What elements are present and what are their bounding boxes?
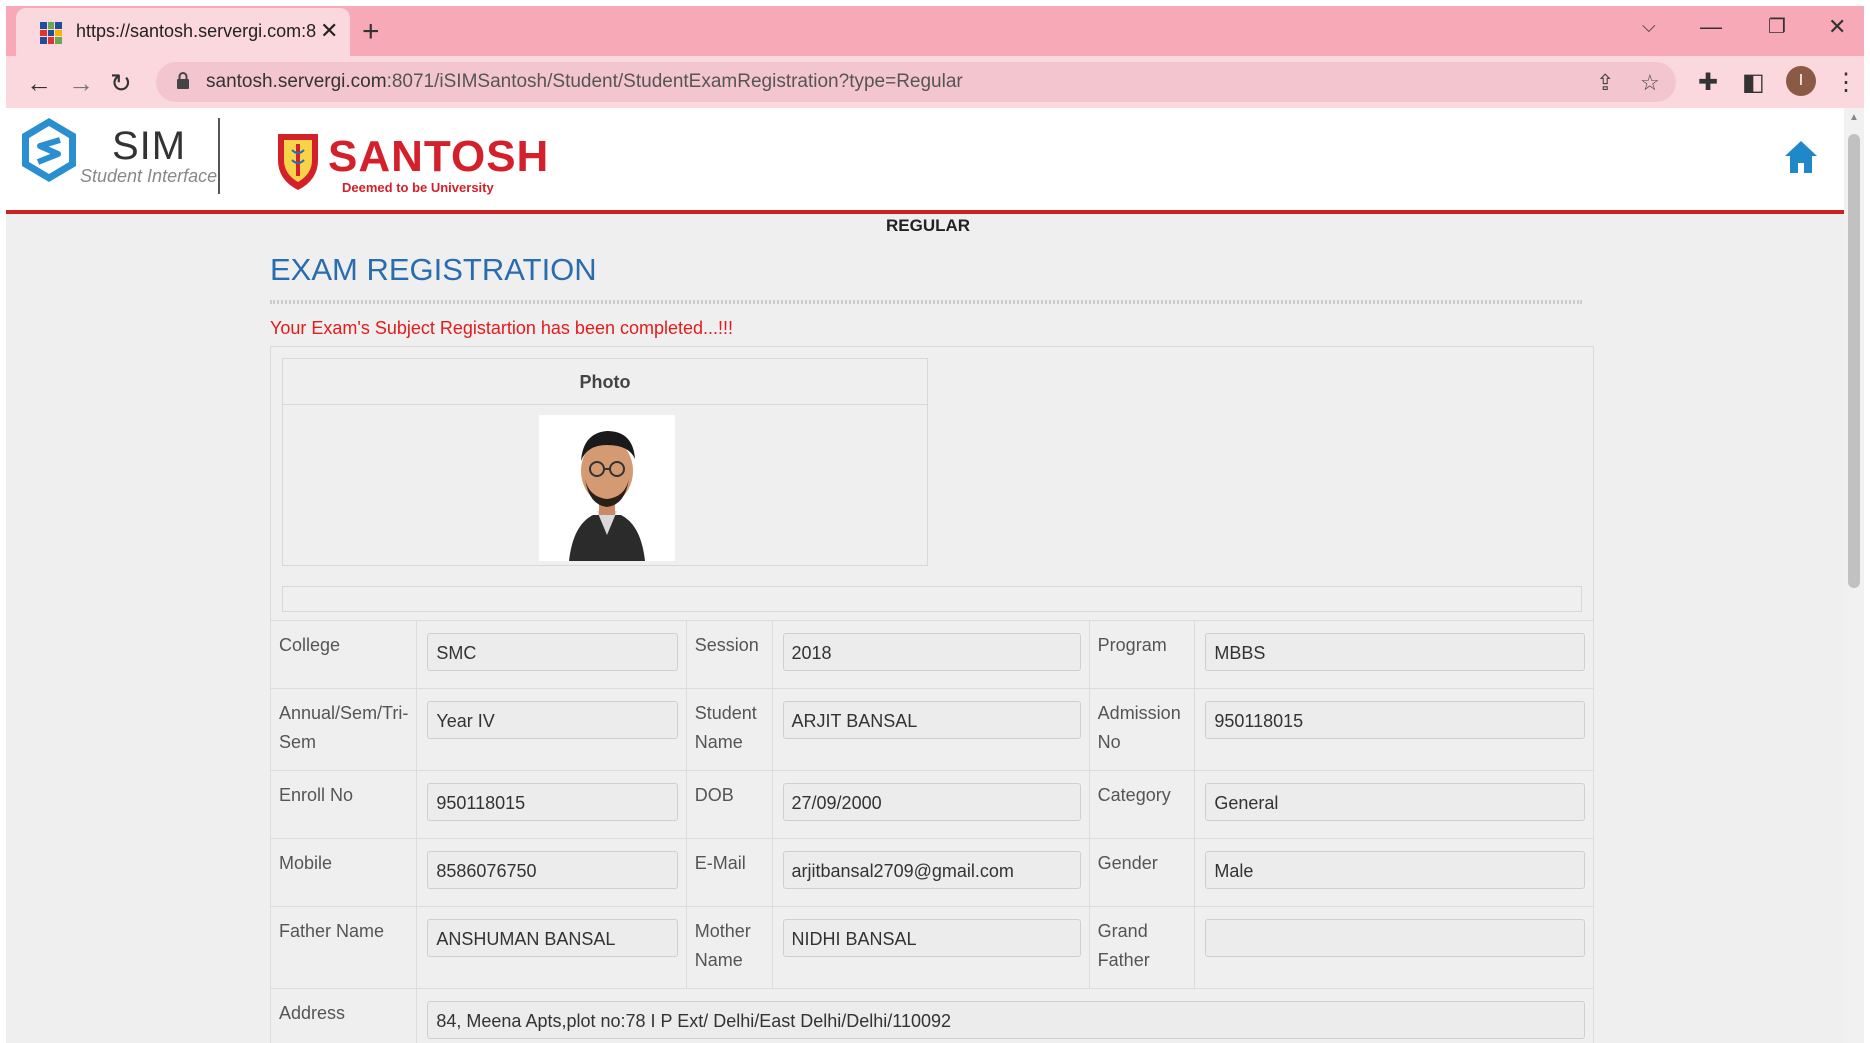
- address-label: Address: [269, 988, 418, 1043]
- back-arrow-icon[interactable]: ←: [26, 68, 52, 99]
- grand-father-label: Grand Father: [1088, 906, 1196, 989]
- gender-label: Gender: [1088, 838, 1196, 907]
- new-tab-plus-icon[interactable]: +: [362, 15, 380, 49]
- grand-father-field[interactable]: [1205, 919, 1585, 957]
- photo-footer-row: [282, 586, 1582, 612]
- table-row: College SMC Session 2018 Program MBBS: [269, 620, 1594, 689]
- registration-type: REGULAR: [886, 216, 971, 235]
- profile-avatar[interactable]: I: [1786, 66, 1816, 96]
- college-label: College: [269, 620, 418, 689]
- college-field[interactable]: SMC: [427, 633, 678, 671]
- email-field[interactable]: arjitbansal2709@gmail.com: [782, 851, 1081, 889]
- table-row: Address 84, Meena Apts,plot no:78 I P Ex…: [269, 988, 1594, 1043]
- url-host: santosh.servergi.com: [206, 71, 387, 92]
- university-name: SANTOSH: [328, 132, 550, 181]
- share-icon[interactable]: ⇪: [1596, 70, 1614, 96]
- session-field[interactable]: 2018: [782, 633, 1081, 671]
- gender-field[interactable]: Male: [1205, 851, 1585, 889]
- logo-divider: [218, 118, 220, 194]
- dob-field[interactable]: 27/09/2000: [782, 783, 1081, 821]
- site-header: SIM Student Interface SANTOSH Deemed to …: [6, 108, 1844, 214]
- page-viewport: SIM Student Interface SANTOSH Deemed to …: [6, 108, 1844, 1043]
- dob-label: DOB: [685, 770, 773, 839]
- sim-logo-icon: [22, 118, 76, 182]
- bookmark-star-icon[interactable]: ☆: [1640, 70, 1660, 96]
- admission-no-label: Admission No: [1088, 688, 1196, 771]
- university-crest-icon: [278, 134, 318, 190]
- tab-search-chevron-icon[interactable]: ⌵: [1642, 16, 1656, 37]
- side-panel-icon[interactable]: ◧: [1742, 68, 1765, 97]
- mother-name-label: Mother Name: [685, 906, 773, 989]
- session-label: Session: [685, 620, 773, 689]
- forward-arrow-icon[interactable]: →: [68, 68, 94, 99]
- mother-name-field[interactable]: NIDHI BANSAL: [782, 919, 1081, 957]
- page-scrollbar[interactable]: ▲: [1844, 108, 1864, 1043]
- table-row: Mobile 8586076750 E-Mail arjitbansal2709…: [269, 838, 1594, 907]
- category-field[interactable]: General: [1205, 783, 1585, 821]
- annual-sem-field[interactable]: Year IV: [427, 701, 678, 739]
- browser-tab[interactable]: https://santosh.servergi.com:807 ✕: [16, 8, 350, 56]
- table-row: Annual/Sem/Tri-Sem Year IV Student Name …: [269, 688, 1594, 771]
- success-message: Your Exam's Subject Registartion has bee…: [270, 318, 734, 338]
- table-row: Enroll No 950118015 DOB 27/09/2000 Categ…: [269, 770, 1594, 839]
- lock-icon: [177, 72, 189, 89]
- url-path: :8071/iSIMSantosh/Student/StudentExamReg…: [386, 71, 963, 92]
- minimize-icon[interactable]: —: [1700, 14, 1722, 40]
- site-favicon-icon: [40, 22, 62, 44]
- scrollbar-thumb[interactable]: [1848, 134, 1860, 588]
- enroll-no-label: Enroll No: [269, 770, 418, 839]
- mobile-label: Mobile: [269, 838, 418, 907]
- email-label: E-Mail: [685, 838, 773, 907]
- program-label: Program: [1088, 620, 1196, 689]
- browser-tab-strip: https://santosh.servergi.com:807 ✕ + ⌵ —…: [6, 6, 1864, 56]
- annual-sem-label: Annual/Sem/Tri-Sem: [269, 688, 418, 771]
- photo-box: Photo: [282, 358, 928, 566]
- extensions-puzzle-icon[interactable]: ✚: [1698, 68, 1718, 97]
- student-name-field[interactable]: ARJIT BANSAL: [782, 701, 1081, 739]
- father-name-field[interactable]: ANSHUMAN BANSAL: [427, 919, 678, 957]
- sim-title: SIM: [112, 124, 187, 168]
- reload-icon[interactable]: ↻: [110, 68, 132, 99]
- university-tagline: Deemed to be University: [342, 180, 494, 195]
- browser-toolbar: ← → ↻ santosh.servergi.com:8071/iSIMSant…: [6, 56, 1864, 108]
- home-icon[interactable]: [1782, 138, 1820, 176]
- url-text: santosh.servergi.com:8071/iSIMSantosh/St…: [206, 71, 963, 93]
- tab-close-icon[interactable]: ✕: [320, 18, 338, 44]
- category-label: Category: [1088, 770, 1196, 839]
- admission-no-field[interactable]: 950118015: [1205, 701, 1585, 739]
- photo-label: Photo: [283, 359, 927, 405]
- address-field[interactable]: 84, Meena Apts,plot no:78 I P Ext/ Delhi…: [427, 1001, 1585, 1039]
- student-name-label: Student Name: [685, 688, 773, 771]
- student-photo: [539, 415, 675, 561]
- father-name-label: Father Name: [269, 906, 418, 989]
- table-row: Father Name ANSHUMAN BANSAL Mother Name …: [269, 906, 1594, 989]
- menu-kebab-icon[interactable]: ⋮: [1834, 68, 1858, 97]
- sim-subtitle: Student Interface: [80, 166, 218, 186]
- student-details-table: College SMC Session 2018 Program MBBS An…: [269, 620, 1594, 1043]
- page-title: EXAM REGISTRATION: [270, 252, 597, 287]
- restore-icon[interactable]: ❐: [1768, 14, 1786, 39]
- tab-title: https://santosh.servergi.com:807: [76, 21, 316, 41]
- scroll-up-arrow-icon[interactable]: ▲: [1849, 112, 1859, 123]
- enroll-no-field[interactable]: 950118015: [427, 783, 678, 821]
- mobile-field[interactable]: 8586076750: [427, 851, 678, 889]
- address-bar[interactable]: santosh.servergi.com:8071/iSIMSantosh/St…: [156, 62, 1676, 102]
- window-close-icon[interactable]: ✕: [1828, 14, 1846, 40]
- title-divider: [270, 300, 1582, 304]
- program-field[interactable]: MBBS: [1205, 633, 1585, 671]
